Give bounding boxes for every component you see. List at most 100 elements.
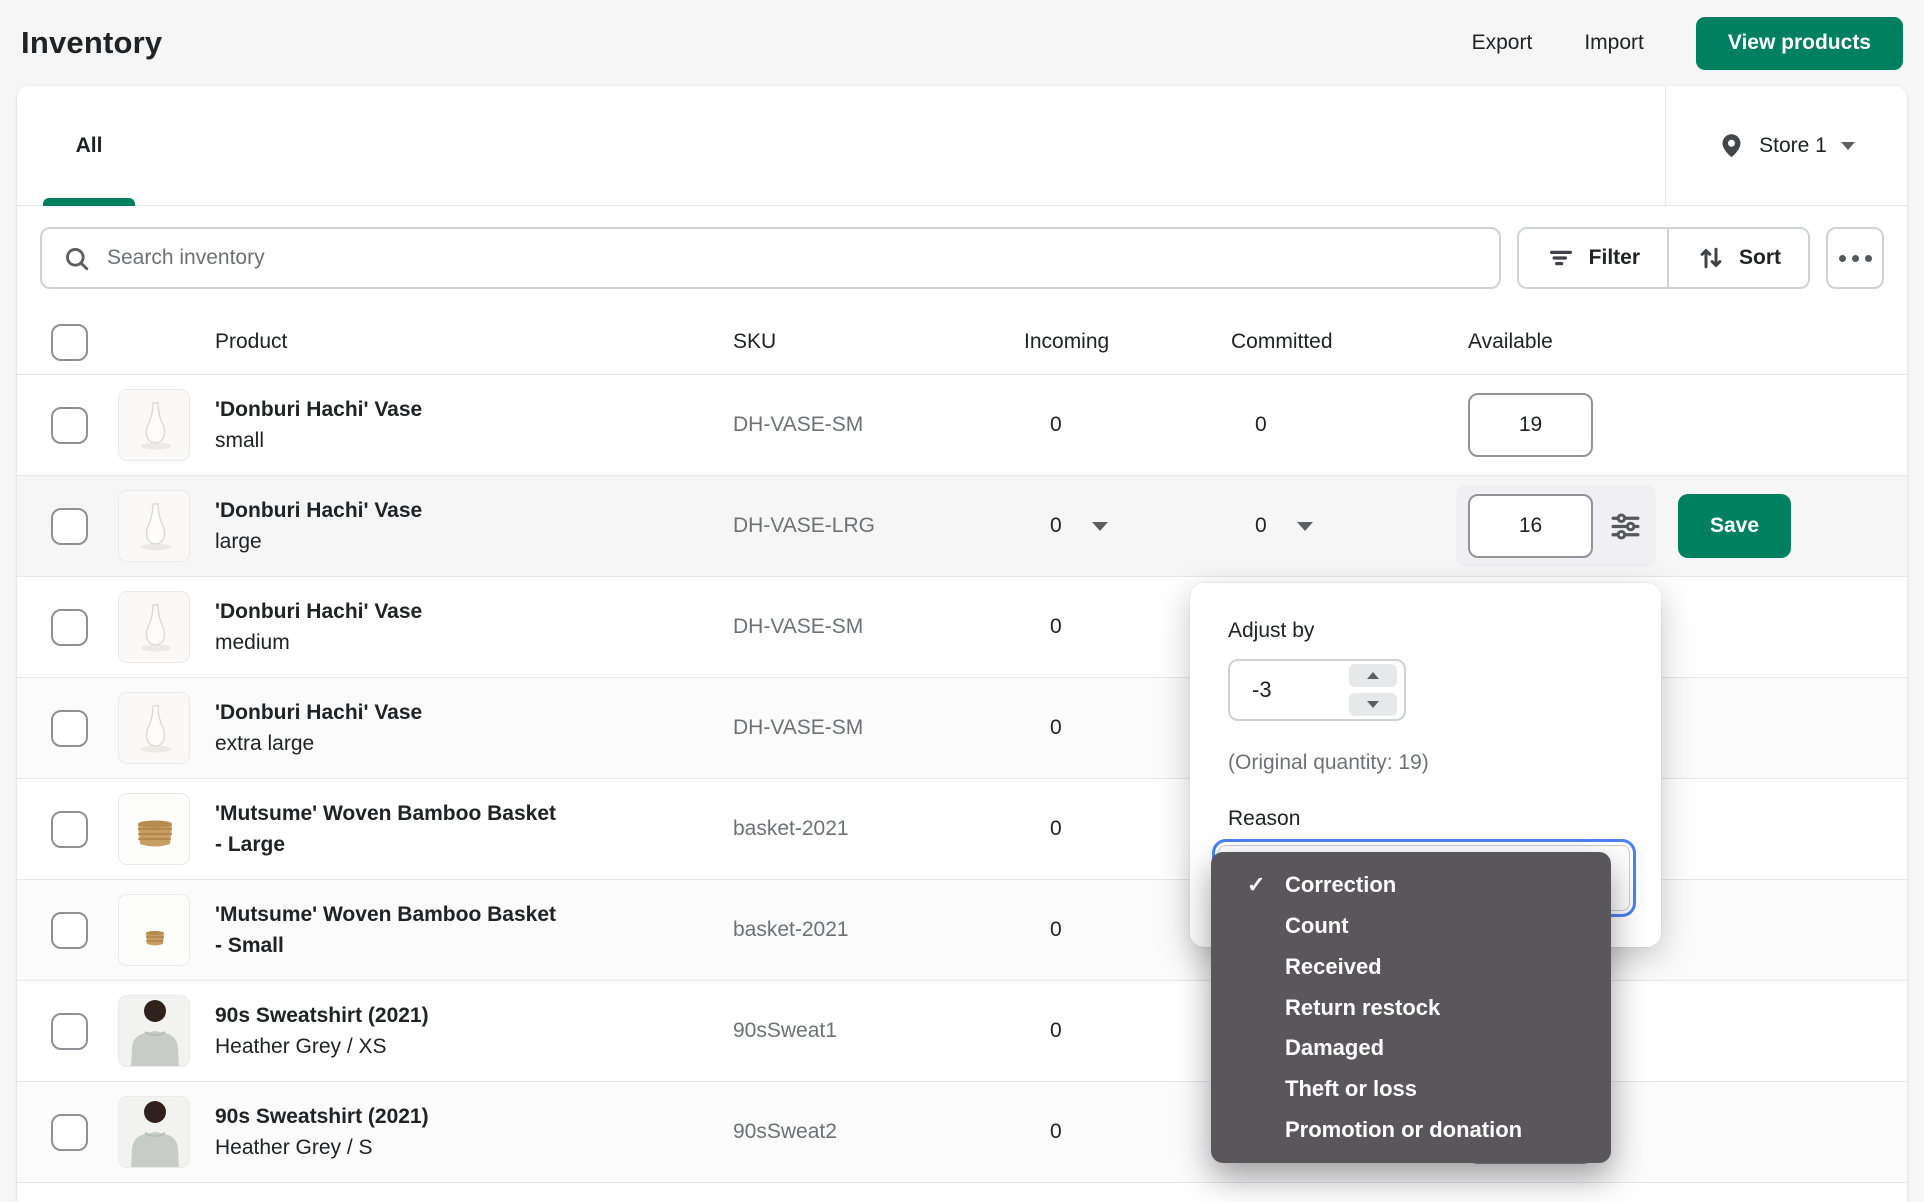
adjust-sliders-icon[interactable] xyxy=(1607,508,1644,545)
table-row: 90s Sweatshirt (2021) Heather Grey / XS 9… xyxy=(17,981,1907,1082)
product-cell[interactable]: 90s Sweatshirt (2021) Heather Grey / XS xyxy=(215,1000,560,1062)
original-quantity-note: (Original quantity: 19) xyxy=(1228,751,1429,774)
product-thumbnail-vase xyxy=(118,490,190,562)
sku-cell: basket-2021 xyxy=(733,817,849,840)
available-input[interactable] xyxy=(1468,393,1593,457)
incoming-value: 0 xyxy=(1050,1019,1062,1042)
page-title: Inventory xyxy=(21,25,163,60)
stepper-decrement-button[interactable] xyxy=(1349,693,1397,716)
column-header-committed: Committed xyxy=(1231,330,1333,353)
view-products-button[interactable]: View products xyxy=(1695,16,1903,70)
store-selector-label: Store 1 xyxy=(1759,133,1827,157)
filter-icon xyxy=(1546,243,1576,273)
row-checkbox[interactable] xyxy=(51,608,88,646)
product-cell[interactable]: 'Donburi Hachi' Vase extra large xyxy=(215,697,560,759)
adjust-by-label: Adjust by xyxy=(1228,619,1315,642)
adjust-by-input[interactable] xyxy=(1230,677,1326,703)
incoming-value: 0 xyxy=(1050,716,1062,739)
incoming-value: 0 xyxy=(1050,1120,1062,1143)
sku-cell: DH-VASE-LRG xyxy=(733,514,875,537)
stepper-increment-button[interactable] xyxy=(1349,664,1397,687)
sku-cell: 90sSweat2 xyxy=(733,1120,837,1143)
product-cell[interactable]: 'Donburi Hachi' Vase small xyxy=(215,394,560,456)
incoming-value: 0 xyxy=(1050,615,1062,638)
row-checkbox[interactable] xyxy=(51,709,88,747)
sku-cell: DH-VASE-SM xyxy=(733,716,864,739)
select-all-checkbox[interactable] xyxy=(51,323,88,361)
row-checkbox[interactable] xyxy=(51,507,88,545)
row-checkbox[interactable] xyxy=(51,1012,88,1050)
product-cell[interactable]: 'Mutsume' Woven Bamboo Basket - Small xyxy=(215,899,560,961)
product-cell[interactable]: 'Mutsume' Woven Bamboo Basket - Large xyxy=(215,798,560,860)
product-thumbnail-basket xyxy=(118,793,190,865)
checkmark-icon: ✓ xyxy=(1247,872,1266,898)
search-box[interactable] xyxy=(40,227,1501,289)
save-button[interactable]: Save xyxy=(1678,494,1791,558)
sort-button[interactable]: Sort xyxy=(1667,229,1808,287)
menu-item-theft-or-loss[interactable]: Theft or loss xyxy=(1211,1069,1611,1110)
product-thumbnail-model xyxy=(118,1096,190,1168)
available-edit-group xyxy=(1456,485,1656,567)
search-input[interactable] xyxy=(107,246,1479,270)
toolbar: Filter Sort xyxy=(17,206,1907,310)
reason-label: Reason xyxy=(1228,807,1301,830)
committed-value: 0 xyxy=(1255,413,1267,436)
store-selector[interactable]: Store 1 xyxy=(1665,86,1907,205)
menu-item-count[interactable]: Count xyxy=(1211,906,1611,947)
row-checkbox[interactable] xyxy=(51,1113,88,1151)
filter-sort-group: Filter Sort xyxy=(1516,227,1810,289)
sku-cell: DH-VASE-SM xyxy=(733,413,864,436)
column-header-product: Product xyxy=(215,330,288,353)
column-header-incoming: Incoming xyxy=(1024,330,1110,353)
committed-caret-down-icon[interactable] xyxy=(1296,521,1313,531)
menu-item-received[interactable]: Received xyxy=(1211,946,1611,987)
stepper-buttons xyxy=(1349,664,1397,716)
horizontal-dots-icon xyxy=(1838,254,1846,262)
tab-all-label: All xyxy=(75,133,103,157)
menu-item-return-restock[interactable]: Return restock xyxy=(1211,987,1611,1028)
product-cell[interactable]: 'Donburi Hachi' Vase large xyxy=(215,495,560,557)
sku-cell: 90sSweat1 xyxy=(733,1019,837,1042)
reason-dropdown-menu: ✓ Correction Count Received Return resto… xyxy=(1211,852,1611,1163)
table-row: 90s Sweatshirt (2021) Heather Grey / S 90… xyxy=(17,1082,1907,1183)
search-icon xyxy=(62,244,91,273)
import-button[interactable]: Import xyxy=(1584,31,1644,55)
row-checkbox[interactable] xyxy=(51,911,88,949)
product-thumbnail-basket xyxy=(118,894,190,966)
menu-item-damaged[interactable]: Damaged xyxy=(1211,1028,1611,1069)
incoming-value: 0 xyxy=(1050,413,1062,436)
sort-label: Sort xyxy=(1739,246,1781,269)
product-thumbnail-vase xyxy=(118,389,190,461)
committed-value: 0 xyxy=(1255,514,1267,537)
row-checkbox[interactable] xyxy=(51,810,88,848)
product-thumbnail-vase xyxy=(118,692,190,764)
tab-all[interactable]: All xyxy=(43,86,135,206)
caret-up-icon xyxy=(1367,672,1379,679)
product-cell[interactable]: 90s Sweatshirt (2021) Heather Grey / S xyxy=(215,1101,560,1163)
menu-item-promotion-or-donation[interactable]: Promotion or donation xyxy=(1211,1109,1611,1150)
column-header-sku: SKU xyxy=(733,330,777,353)
menu-item-correction[interactable]: ✓ Correction xyxy=(1211,865,1611,906)
more-actions-button[interactable] xyxy=(1826,227,1884,289)
product-thumbnail-vase xyxy=(118,591,190,663)
active-tab-indicator xyxy=(43,198,135,206)
incoming-value: 0 xyxy=(1050,514,1062,537)
inventory-page: Inventory Export Import View products Al… xyxy=(0,0,1924,1202)
adjust-by-stepper xyxy=(1228,659,1406,721)
column-header-available: Available xyxy=(1468,330,1553,353)
top-bar: Inventory Export Import View products xyxy=(0,0,1924,86)
export-button[interactable]: Export xyxy=(1472,31,1533,55)
tabs-row: All Store 1 xyxy=(17,86,1907,206)
filter-button[interactable]: Filter xyxy=(1518,229,1667,287)
incoming-caret-down-icon[interactable] xyxy=(1091,521,1108,531)
filter-label: Filter xyxy=(1588,246,1640,269)
location-pin-icon xyxy=(1718,132,1745,159)
incoming-value: 0 xyxy=(1050,817,1062,840)
row-checkbox[interactable] xyxy=(51,406,88,444)
caret-down-icon xyxy=(1367,701,1379,708)
product-thumbnail-model xyxy=(118,995,190,1067)
product-cell[interactable]: 'Donburi Hachi' Vase medium xyxy=(215,596,560,658)
sku-cell: basket-2021 xyxy=(733,918,849,941)
available-input[interactable] xyxy=(1468,494,1593,558)
sku-cell: DH-VASE-SM xyxy=(733,615,864,638)
